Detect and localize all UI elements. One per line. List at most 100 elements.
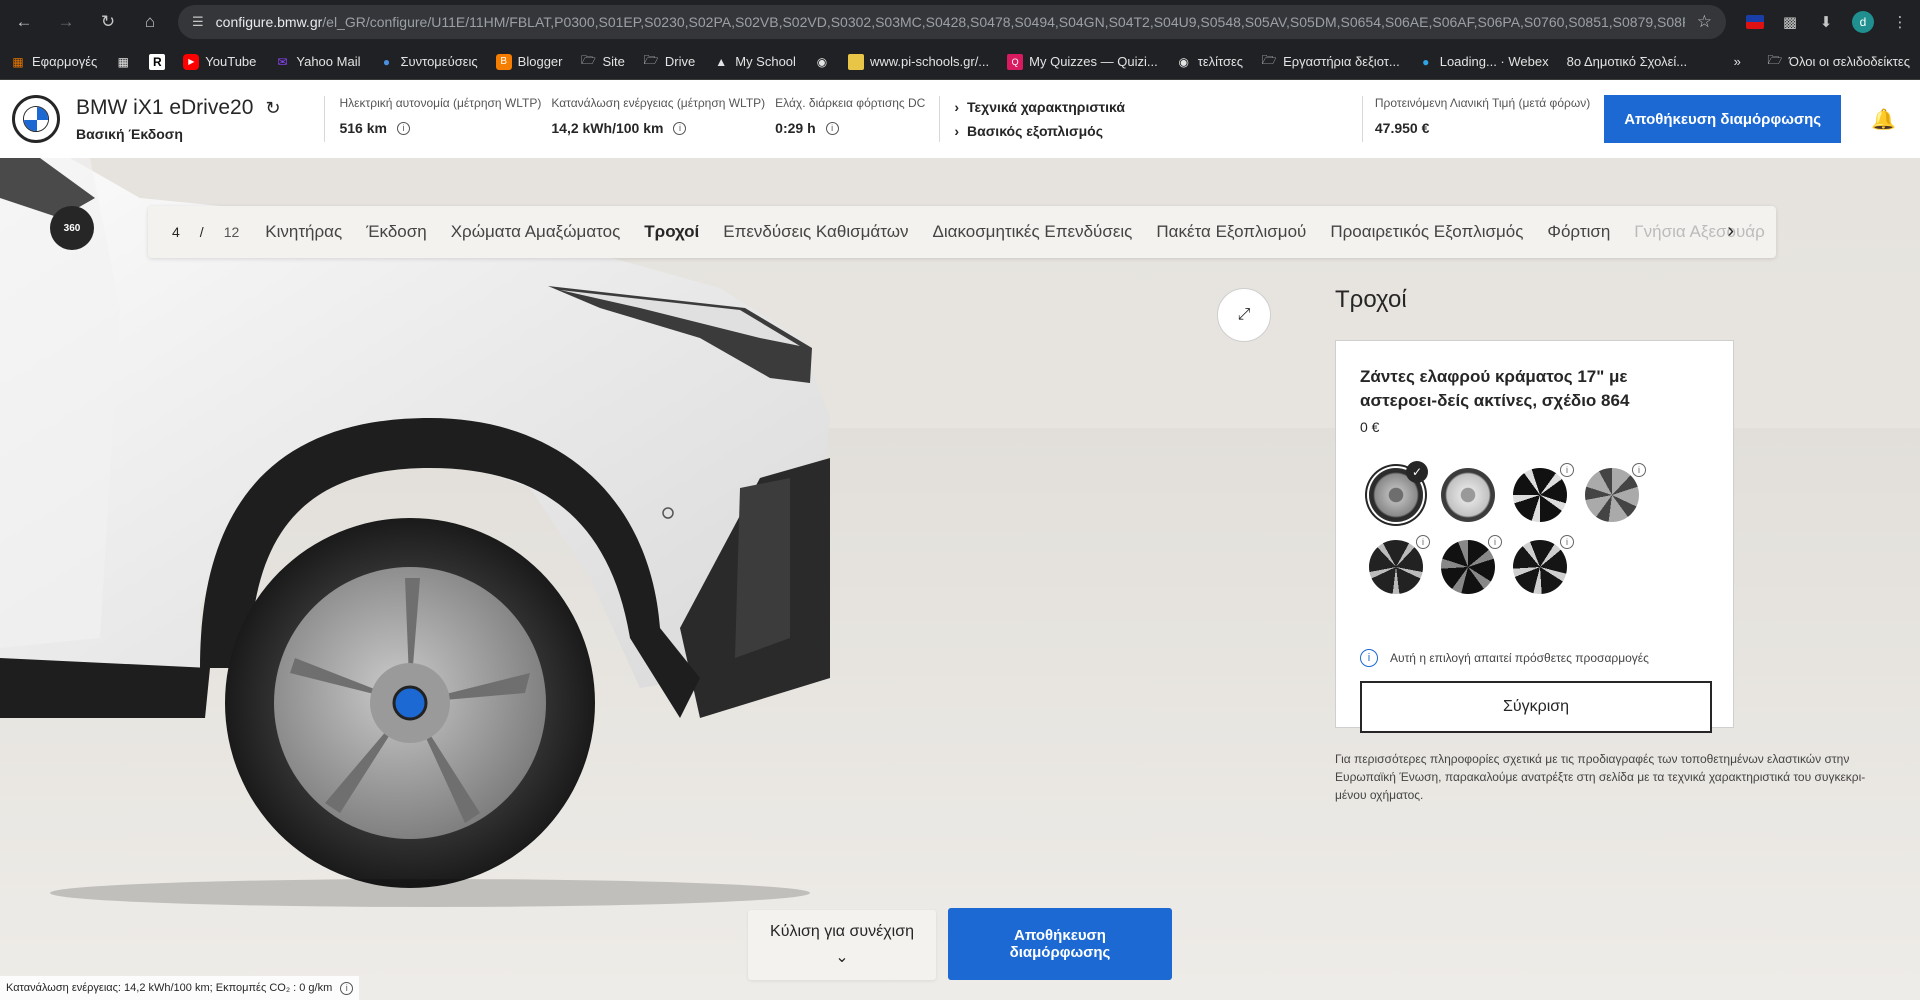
change-model-icon[interactable]: ↻ [265, 98, 280, 119]
wheel-option[interactable]: i [1360, 533, 1432, 601]
wheel-option[interactable]: ✓ [1360, 461, 1432, 529]
bookmark-item[interactable]: ✉ Yahoo Mail [274, 54, 360, 70]
more-bookmarks-icon[interactable]: » [1734, 54, 1741, 69]
wheel-thumbnail-icon [1513, 540, 1567, 594]
tab-upholstery[interactable]: Επενδύσεις Καθισμάτων [723, 222, 908, 242]
standard-equipment-link[interactable]: › Βασικός εξοπλισμός [954, 123, 1125, 139]
extensions-puzzle-icon[interactable]: ▩ [1780, 12, 1800, 32]
info-icon[interactable]: i [825, 121, 839, 135]
bookmark-item[interactable]: ▲ My School [713, 54, 796, 70]
folder-icon: 🗁 [1767, 53, 1783, 67]
view-360-button[interactable]: 360 [50, 206, 94, 250]
bookmark-item[interactable]: B Blogger [495, 53, 562, 70]
panel-title: Τροχοί [1335, 286, 1407, 313]
bookmark-item[interactable]: ▦ [115, 54, 131, 70]
info-icon[interactable]: i [1488, 535, 1502, 549]
info-icon[interactable]: i [1560, 535, 1574, 549]
wheel-option[interactable]: i [1432, 533, 1504, 601]
rotate-360-icon: 360 [63, 222, 81, 234]
drop-icon: ● [382, 54, 391, 69]
wheel-thumbnail-icon [1585, 468, 1639, 522]
bookmark-item[interactable]: ● Συντομεύσεις [378, 54, 478, 70]
save-configuration-bottom-button[interactable]: Αποθήκευση διαμόρφωσης [948, 908, 1172, 980]
chevron-right-icon[interactable]: › [1727, 220, 1734, 243]
car-image [0, 158, 830, 907]
globe-icon: ◉ [1178, 54, 1189, 69]
home-icon[interactable]: ⌂ [136, 8, 164, 36]
tab-trims[interactable]: Διακοσμητικές Επενδύσεις [932, 222, 1132, 242]
bookmark-item[interactable]: ◉ τελίτσες [1176, 54, 1243, 70]
bmw-logo[interactable] [12, 95, 60, 143]
info-icon[interactable]: i [673, 121, 687, 135]
tab-accessories[interactable]: Γνήσια Αξεσουάρ [1634, 222, 1764, 242]
back-icon[interactable]: ← [10, 8, 38, 36]
site-info-icon[interactable]: ☰ [192, 14, 204, 30]
reload-icon[interactable]: ↻ [94, 8, 122, 36]
bell-icon[interactable]: 🔔 [1871, 107, 1896, 132]
menu-kebab-icon[interactable]: ⋮ [1890, 12, 1910, 32]
bookmark-item[interactable]: Q My Quizzes — Quizi... [1007, 53, 1158, 70]
wheel-option[interactable]: i [1504, 461, 1576, 529]
configurator-header: BMW iX1 eDrive20 ↻ Βασική Έκδοση Ηλεκτρικ… [0, 80, 1920, 158]
wheel-price: 0 € [1360, 419, 1380, 435]
profile-avatar[interactable]: d [1852, 11, 1874, 33]
tab-optional-equipment[interactable]: Προαιρετικός Εξοπλισμός [1330, 222, 1523, 242]
tab-packages[interactable]: Πακέτα Εξοπλισμού [1156, 222, 1306, 242]
address-bar[interactable]: ☰ configure.bmw.gr/el_GR/configure/U11E/… [178, 5, 1726, 39]
r-icon: R [149, 53, 166, 70]
quiz-icon: Q [1007, 53, 1024, 70]
download-icon[interactable]: ⬇ [1816, 12, 1836, 32]
bookmarks-bar: ▦ Εφαρμογές ▦ R ▶ YouTube ✉ Yahoo Mail ● Συν… [0, 44, 1920, 80]
wheel-option[interactable]: i [1576, 461, 1648, 529]
tab-wheels[interactable]: Τροχοί [644, 222, 699, 242]
forward-icon[interactable]: → [52, 8, 80, 36]
chevron-down-icon: ⌄ [835, 949, 849, 966]
bookmark-item[interactable]: ▶ YouTube [183, 53, 256, 70]
folder-icon: 🗁 [581, 53, 596, 67]
technical-specs-link[interactable]: › Τεχνικά χαρακτηριστικά [954, 99, 1125, 115]
info-icon[interactable]: i [1632, 463, 1646, 477]
info-icon[interactable]: i [340, 981, 354, 995]
adjustment-note: i Αυτή η επιλογή απαιτεί πρόσθετες προσα… [1360, 649, 1709, 667]
tyre-disclaimer: Για περισσότερες πληροφορίες σχετικά με … [1335, 752, 1866, 802]
all-bookmarks[interactable]: 🗁 Όλοι οι σελιδοδείκτες [1767, 53, 1910, 70]
wheel-option[interactable] [1432, 461, 1504, 529]
tab-engine[interactable]: Κινητήρας [265, 222, 342, 242]
info-icon[interactable]: i [1360, 649, 1378, 667]
youtube-icon: ▶ [183, 53, 200, 70]
info-icon[interactable]: i [1416, 535, 1430, 549]
bookmark-item[interactable]: R [149, 53, 166, 70]
bookmark-item[interactable]: 8ο Δημοτικό Σχολεί... [1567, 54, 1688, 69]
tab-edition[interactable]: Έκδοση [366, 222, 427, 242]
wheel-option[interactable]: i [1504, 533, 1576, 601]
price-value: 47.950 € [1374, 120, 1430, 136]
extension-flag-icon[interactable] [1746, 15, 1764, 29]
scroll-continue-button[interactable]: Κύλιση για συνέχιση ⌄ [748, 910, 936, 980]
compare-button[interactable]: Σύγκριση [1360, 681, 1712, 733]
bookmark-item[interactable]: ◉ [814, 54, 830, 70]
school-icon: ▲ [715, 54, 728, 69]
bookmark-item[interactable]: 🗁 Drive [643, 53, 695, 70]
config-step-nav: 4/12 Κινητήρας Έκδοση Χρώματα Αμαξώματος… [148, 206, 1776, 258]
info-icon[interactable]: i [396, 121, 410, 135]
info-icon[interactable]: i [1560, 463, 1574, 477]
bookmark-item[interactable]: ▦ Εφαρμογές [10, 54, 97, 70]
expand-icon[interactable]: ⤢ [1217, 288, 1271, 342]
spec-charging: Ελάχ. διάρκεια φόρτισης DC 0:29 hi [775, 96, 926, 136]
save-configuration-button[interactable]: Αποθήκευση διαμόρφωσης [1604, 95, 1842, 143]
bookmark-item[interactable]: ● Loading... · Webex [1418, 54, 1549, 70]
bookmark-star-icon[interactable]: ☆ [1697, 12, 1712, 32]
folder-icon: 🗁 [1261, 53, 1277, 67]
wheel-thumbnail-icon [1441, 540, 1495, 594]
folder-icon: 🗁 [643, 53, 659, 67]
bookmark-item[interactable]: www.pi-schools.gr/... [847, 53, 989, 70]
wheel-thumbnail-icon [1513, 468, 1567, 522]
wheel-selection-card: Ζάντες ελαφρού κράματος 17" με αστεροει-… [1335, 340, 1734, 733]
bookmark-item[interactable]: 🗁 Site [580, 53, 625, 70]
tab-body-colors[interactable]: Χρώματα Αμαξώματος [451, 222, 621, 242]
consumption-footer: Κατανάλωση ενέργειας: 14,2 kWh/100 km; Ε… [0, 976, 360, 1000]
url-text[interactable]: configure.bmw.gr/el_GR/configure/U11E/11… [216, 14, 1685, 30]
tab-charging[interactable]: Φόρτιση [1547, 222, 1610, 242]
bookmark-item[interactable]: 🗁 Εργαστήρια δεξιοτ... [1261, 53, 1400, 70]
wheel-name: Ζάντες ελαφρού κράματος 17" με αστεροει-… [1360, 367, 1630, 410]
